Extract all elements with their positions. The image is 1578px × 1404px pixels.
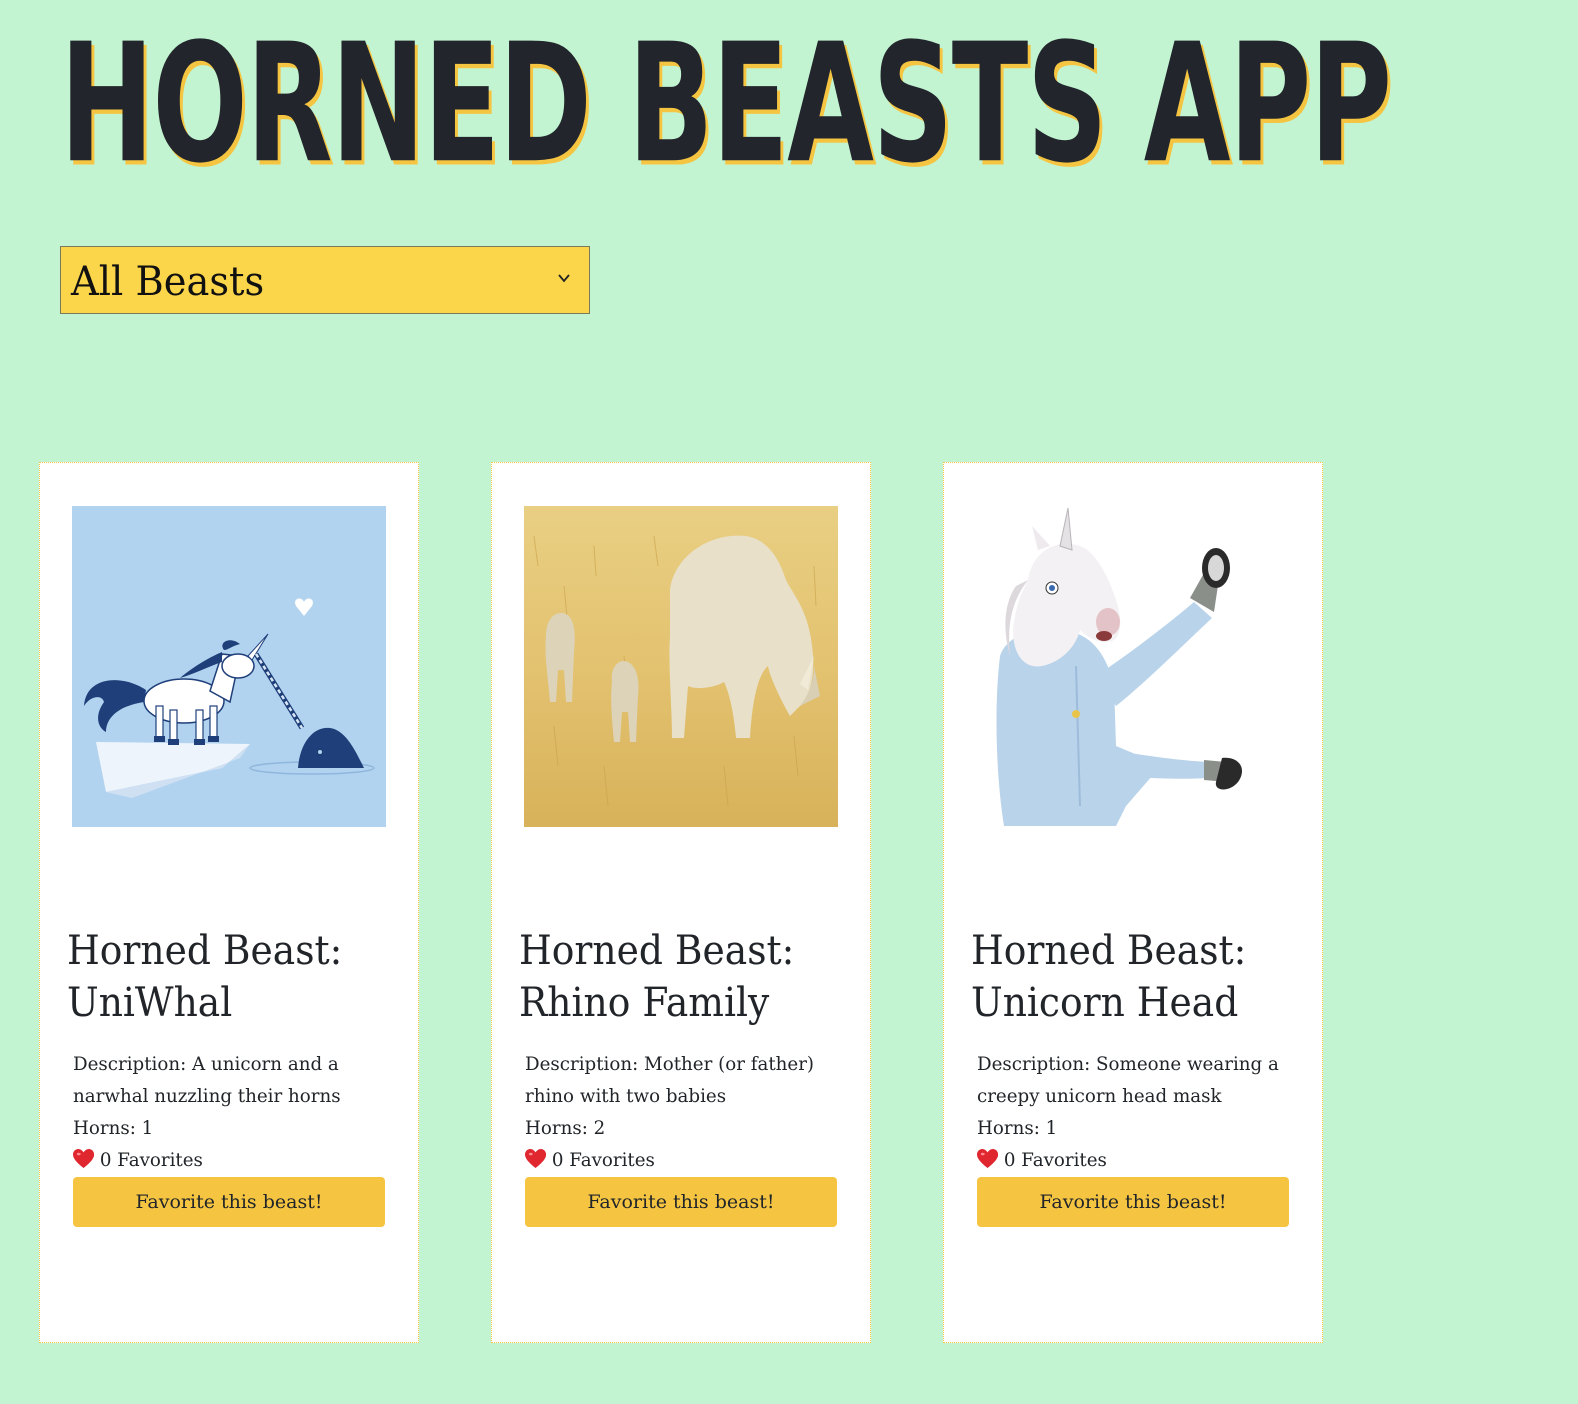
beast-description-line: Description: A unicorn and a [73,1053,339,1075]
beast-title: Horned Beast: Rhino Family [519,928,795,1026]
beast-image-rhino-family[interactable] [524,506,838,827]
beast-card-uniwhal: Horned Beast: UniWhal Description: A uni… [39,462,419,1343]
beast-title: Horned Beast: UniWhal [67,928,343,1026]
beast-filter-selected-value: All Beasts [71,259,265,305]
favorite-beast-button[interactable]: Favorite this beast! [525,1177,837,1227]
heart-icon [977,1149,999,1168]
beast-card-unicorn-head: Horned Beast: Unicorn Head Description: … [943,462,1323,1343]
beast-favorites-count: 0 Favorites [551,1149,655,1171]
beast-horns: Horns: 1 [73,1117,154,1139]
beast-description-line: creepy unicorn head mask [977,1085,1222,1107]
heart-icon [525,1149,547,1168]
beast-description-line: Description: Someone wearing a [977,1053,1279,1075]
beast-card-rhino-family: Horned Beast: Rhino Family Description: … [491,462,871,1343]
beast-description-line: narwhal nuzzling their horns [73,1085,341,1107]
heart-icon [73,1149,95,1168]
uniwhal-illustration [72,506,386,827]
beast-favorites-row: 0 Favorites [525,1144,832,1176]
beast-description-line: rhino with two babies [525,1085,727,1107]
rhino-family-photo [524,506,838,827]
beast-favorites-row: 0 Favorites [73,1144,380,1176]
beast-details: Description: Mother (or father) rhino wi… [525,1048,845,1176]
beast-favorites-row: 0 Favorites [977,1144,1284,1176]
favorite-beast-button[interactable]: Favorite this beast! [73,1177,385,1227]
beast-details: Description: Someone wearing a creepy un… [977,1048,1297,1176]
beast-filter-select[interactable]: All Beasts [60,246,590,314]
beast-horns: Horns: 1 [977,1117,1058,1139]
beast-image-unicorn-head[interactable] [976,506,1290,827]
beast-details: Description: A unicorn and a narwhal nuz… [73,1048,393,1176]
beast-image-uniwhal[interactable] [72,506,386,827]
beast-favorites-count: 0 Favorites [1003,1149,1107,1171]
favorite-beast-button[interactable]: Favorite this beast! [977,1177,1289,1227]
app-title: HORNED BEASTS APP [60,7,1392,200]
beast-title: Horned Beast: Unicorn Head [971,928,1247,1026]
chevron-down-icon [558,274,570,283]
beast-horns: Horns: 2 [525,1117,606,1139]
beast-favorites-count: 0 Favorites [99,1149,203,1171]
unicorn-head-photo [976,506,1290,827]
beast-description-line: Description: Mother (or father) [525,1053,815,1075]
